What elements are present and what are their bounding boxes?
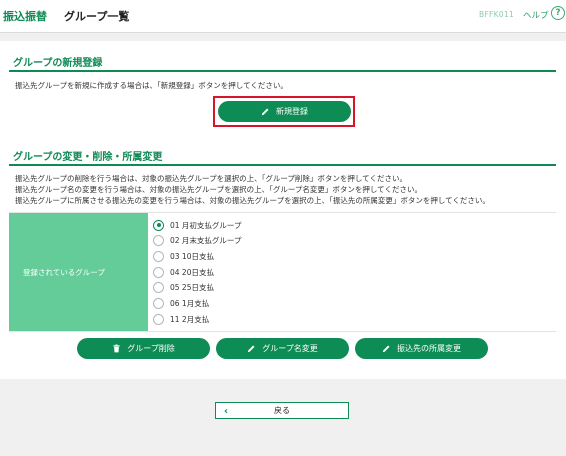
group-radio-item[interactable]: 04 20日支払 — [153, 266, 214, 278]
delete-instruction: 振込先グループの削除を行う場合は、対象の振込先グループを選択の上、「グループ削除… — [15, 174, 407, 183]
radio-button[interactable] — [153, 250, 164, 262]
delete-group-button-label: グループ削除 — [127, 344, 175, 353]
rename-instruction: 振込先グループ名の変更を行う場合は、対象の振込先グループを選択の上、「グループ名… — [15, 185, 422, 194]
rename-group-button-label: グループ名変更 — [262, 344, 318, 353]
radio-button[interactable] — [153, 313, 164, 325]
trash-icon — [113, 344, 120, 353]
back-button-label: 戻る — [274, 406, 290, 415]
radio-button[interactable] — [153, 219, 164, 231]
group-radio-label: 04 20日支払 — [170, 267, 214, 277]
highlight-frame — [213, 96, 355, 127]
screen-id: BFFK011 — [479, 10, 515, 19]
change-membership-button-label: 振込先の所属変更 — [397, 344, 461, 353]
group-radio-label: 05 25日支払 — [170, 282, 214, 292]
group-radio-label: 01 月初支払グループ — [170, 220, 242, 230]
pencil-icon — [248, 345, 255, 353]
radio-button[interactable] — [153, 281, 164, 293]
registered-groups-header: 登録されているグループ — [9, 213, 148, 331]
group-radio-item[interactable]: 03 10日支払 — [153, 250, 214, 262]
membership-instruction: 振込先グループに所属させる振込先の変更を行う場合は、対象の振込先グループを選択の… — [15, 196, 490, 205]
section-divider — [9, 70, 556, 72]
group-radio-label: 02 月末支払グループ — [170, 235, 242, 245]
radio-button[interactable] — [153, 297, 164, 309]
table-divider — [9, 331, 556, 332]
back-button[interactable]: ‹ 戻る — [215, 402, 349, 419]
edit-group-section-title: グループの変更・削除・所属変更 — [13, 152, 163, 163]
category-title: 振込振替 — [3, 10, 47, 23]
radio-button[interactable] — [153, 266, 164, 278]
chevron-left-icon: ‹ — [224, 406, 229, 417]
group-radio-item[interactable]: 11 2月支払 — [153, 313, 209, 325]
page-title: グループ一覧 — [64, 10, 130, 23]
rename-group-button[interactable]: グループ名変更 — [216, 338, 349, 359]
radio-button[interactable] — [153, 234, 164, 246]
group-radio-label: 06 1月支払 — [170, 298, 210, 308]
header-bar: 振込振替 グループ一覧 BFFK011 ヘルプ ? — [0, 0, 566, 33]
registered-groups-label: 登録されているグループ — [23, 267, 105, 277]
group-radio-item[interactable]: 06 1月支払 — [153, 297, 209, 309]
group-radio-item[interactable]: 05 25日支払 — [153, 281, 214, 293]
group-radio-item[interactable]: 01 月初支払グループ — [153, 219, 241, 231]
group-radio-label: 03 10日支払 — [170, 251, 214, 261]
help-link[interactable]: ヘルプ — [523, 9, 549, 21]
new-group-description: 振込先グループを新規に作成する場合は、「新規登録」ボタンを押してください。 — [15, 81, 288, 90]
pencil-icon — [382, 345, 390, 353]
section-divider — [9, 164, 556, 166]
group-radio-label: 11 2月支払 — [170, 314, 210, 324]
change-membership-button[interactable]: 振込先の所属変更 — [355, 338, 488, 359]
delete-group-button[interactable]: グループ削除 — [77, 338, 210, 359]
group-radio-item[interactable]: 02 月末支払グループ — [153, 234, 241, 246]
help-icon[interactable]: ? — [551, 6, 565, 20]
new-group-section-title: グループの新規登録 — [13, 58, 103, 69]
